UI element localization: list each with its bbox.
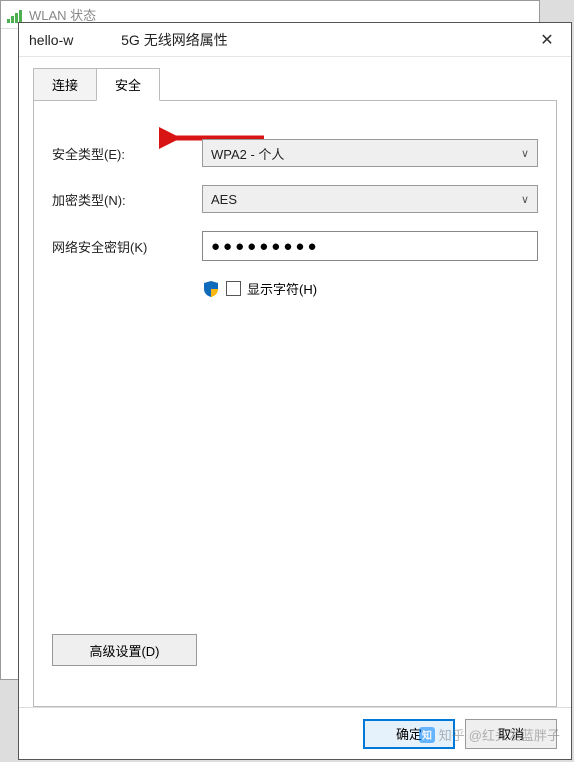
dialog-content: 连接 安全 安全类型(E): WPA2 - 个人 ∨: [19, 57, 571, 707]
wireless-properties-dialog: hello-w 5G 无线网络属性 ✕ 连接 安全: [18, 22, 572, 760]
security-type-value: WPA2 - 个人: [211, 144, 284, 163]
chevron-down-icon: ∨: [521, 147, 529, 160]
security-tab-panel: 安全类型(E): WPA2 - 个人 ∨ 加密类型(N): AES ∨ 网络安全…: [33, 100, 557, 707]
cancel-button-label: 取消: [498, 724, 524, 743]
security-type-label: 安全类型(E):: [52, 144, 202, 163]
chevron-down-icon: ∨: [521, 193, 529, 206]
encryption-type-row: 加密类型(N): AES ∨: [52, 185, 538, 213]
tab-connect-label: 连接: [52, 78, 78, 93]
advanced-settings-label: 高级设置(D): [89, 641, 159, 660]
title-prefix: hello-w: [29, 32, 73, 48]
dialog-title: hello-w 5G 无线网络属性: [29, 30, 523, 50]
encryption-type-label: 加密类型(N):: [52, 190, 202, 209]
cancel-button[interactable]: 取消: [465, 719, 557, 749]
uac-shield-icon: [202, 280, 220, 298]
show-chars-label: 显示字符(H): [247, 279, 317, 298]
dialog-button-bar: 确定 取消: [19, 707, 571, 759]
network-key-input[interactable]: [202, 231, 538, 261]
show-chars-row: 显示字符(H): [202, 279, 538, 298]
encryption-type-select[interactable]: AES ∨: [202, 185, 538, 213]
wifi-signal-icon: [7, 7, 23, 23]
close-icon: ✕: [540, 30, 553, 50]
close-button[interactable]: ✕: [523, 23, 571, 57]
network-key-row: 网络安全密钥(K): [52, 231, 538, 261]
tab-strip: 连接 安全: [33, 67, 557, 100]
title-suffix: 5G 无线网络属性: [121, 32, 228, 48]
advanced-settings-button[interactable]: 高级设置(D): [52, 634, 197, 666]
network-key-label: 网络安全密钥(K): [52, 237, 202, 256]
security-type-select[interactable]: WPA2 - 个人 ∨: [202, 139, 538, 167]
tab-security-label: 安全: [115, 78, 141, 93]
tab-security[interactable]: 安全: [96, 68, 160, 101]
security-type-row: 安全类型(E): WPA2 - 个人 ∨: [52, 139, 538, 167]
encryption-type-value: AES: [211, 192, 237, 207]
ok-button-label: 确定: [396, 724, 422, 743]
tab-connect[interactable]: 连接: [33, 68, 97, 101]
dialog-title-bar: hello-w 5G 无线网络属性 ✕: [19, 23, 571, 57]
show-chars-checkbox[interactable]: [226, 281, 241, 296]
ok-button[interactable]: 确定: [363, 719, 455, 749]
